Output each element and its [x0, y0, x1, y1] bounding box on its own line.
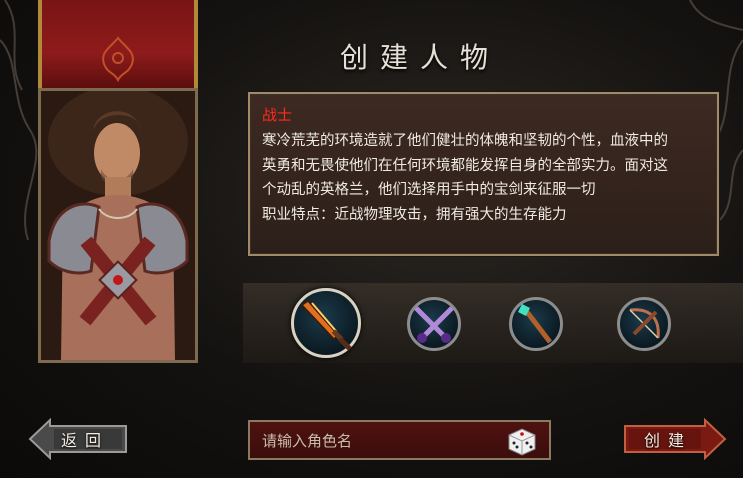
flame-sword-icon: [300, 300, 352, 351]
name-field-container: [248, 420, 551, 460]
class-banner: [38, 0, 198, 88]
class-description-panel: 战士 寒冷荒芜的环境造就了他们健壮的体魄和坚韧的个性，血液中的 英勇和无畏使他们…: [248, 92, 719, 256]
class-option-archer[interactable]: [617, 297, 671, 351]
description-line: 个动乱的英格兰，他们选择用手中的宝剑来征服一切: [262, 182, 596, 198]
page-title: 创建人物: [339, 41, 500, 74]
create-button[interactable]: 创建: [623, 418, 727, 460]
description-line: 寒冷荒芜的环境造就了他们健壮的体魄和坚韧的个性，血液中的: [262, 133, 668, 149]
class-selector: [243, 283, 743, 363]
dice-icon[interactable]: [505, 425, 539, 457]
class-option-assassin[interactable]: [407, 297, 461, 351]
fleur-emblem-icon: [102, 36, 134, 82]
crossbow-icon: [629, 308, 660, 339]
description-line: 英勇和无畏使他们在任何环境都能发挥自身的全部实力。面对这: [262, 157, 668, 174]
create-button-label: 创建: [643, 431, 692, 450]
back-button[interactable]: 返回: [28, 418, 128, 460]
back-button-label: 返回: [60, 431, 109, 450]
class-option-warrior[interactable]: [291, 288, 361, 358]
crystal-staff-icon: [518, 304, 552, 344]
character-name-input[interactable]: [260, 422, 504, 460]
character-portrait: [38, 88, 198, 363]
description-line: 职业特点：近战物理攻击，拥有强大的生存能力: [262, 206, 567, 223]
class-option-mage[interactable]: [509, 297, 563, 351]
class-name: 战士: [262, 106, 293, 124]
crossed-daggers-icon: [414, 306, 454, 343]
